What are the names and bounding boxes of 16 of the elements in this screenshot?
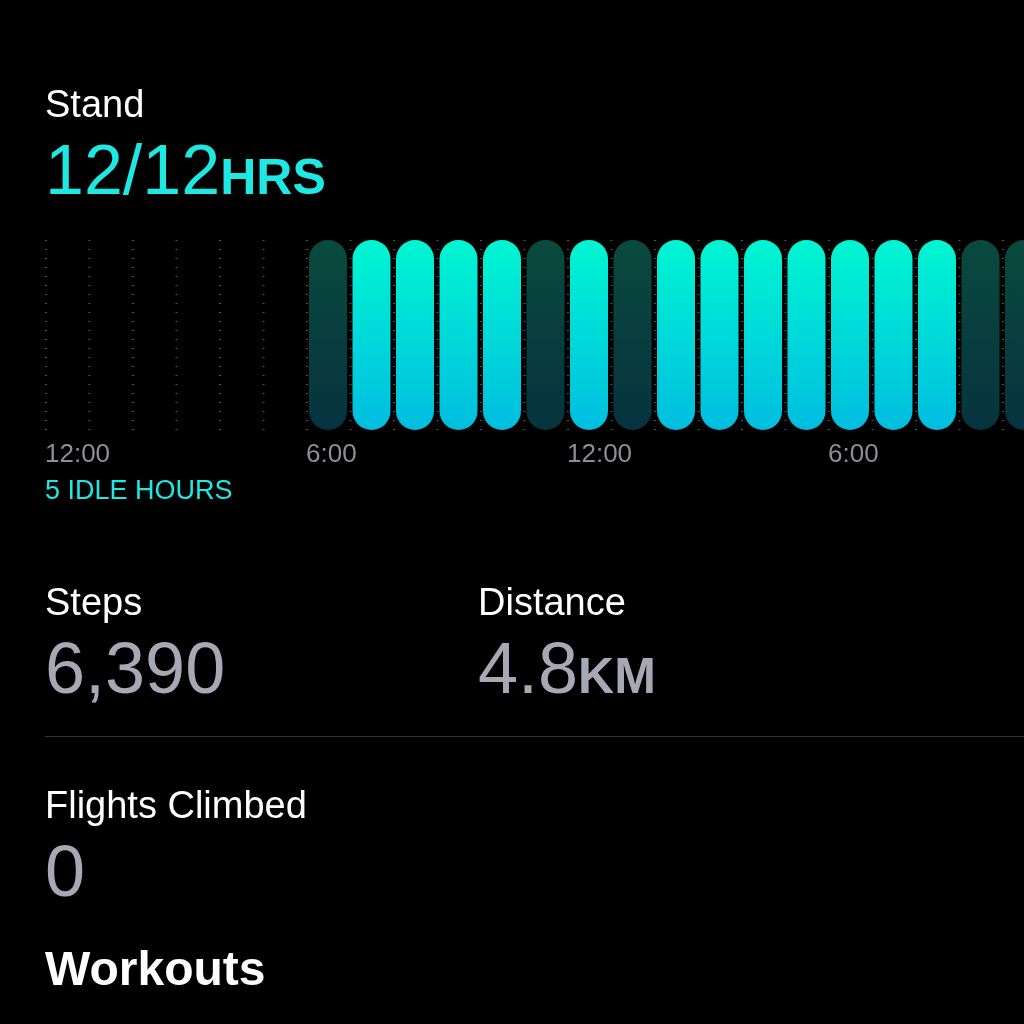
stand-unit: HRS: [220, 148, 326, 206]
stand-label: Stand: [45, 82, 146, 127]
stand-value: 12/12: [45, 130, 221, 211]
workouts-heading: Workouts: [45, 941, 267, 997]
flights-label: Flights Climbed: [45, 783, 308, 828]
metric-value: 6,390: [45, 627, 226, 710]
metric-label: Distance: [478, 580, 627, 625]
metric-unit: KM: [578, 647, 656, 705]
idle-hours-note: 5 IDLE HOURS: [45, 474, 234, 507]
time-label: 6:00: [828, 438, 879, 469]
metric-value: 4.8: [478, 627, 579, 710]
flights-value: 0: [45, 830, 86, 913]
metric-label: Steps: [45, 580, 144, 625]
time-label: 12:00: [45, 438, 111, 469]
time-label: 12:00: [567, 438, 633, 469]
time-label: 6:00: [306, 438, 357, 469]
